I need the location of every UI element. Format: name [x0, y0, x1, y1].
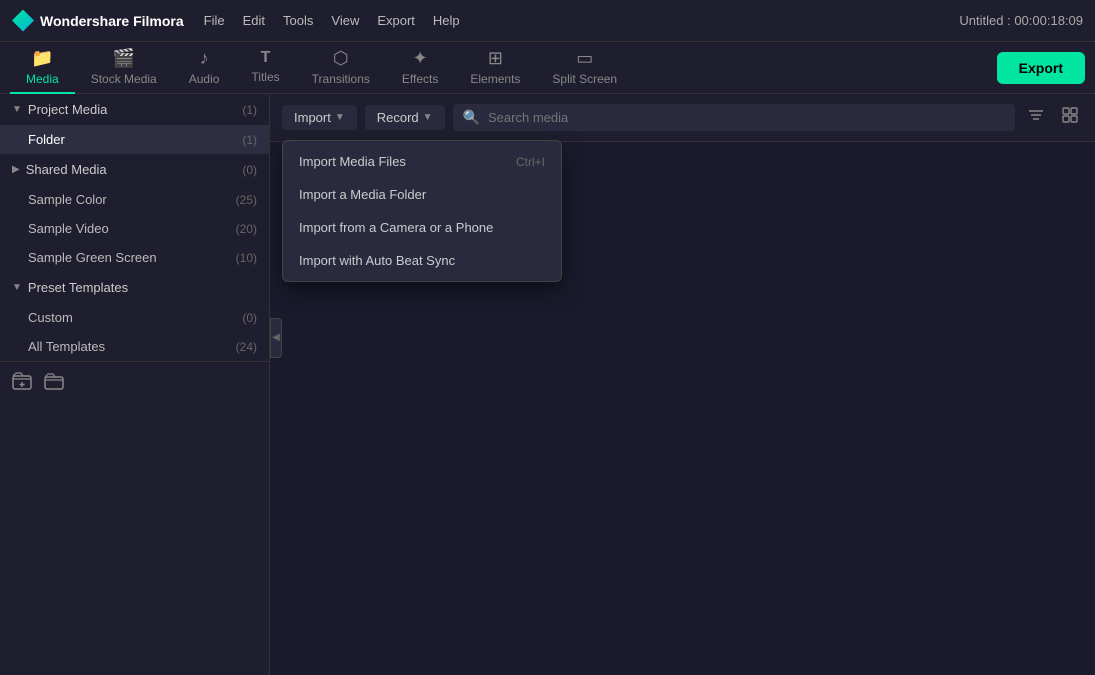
project-media-label: Project Media — [28, 102, 107, 117]
sidebar-item-sample-video[interactable]: Sample Video (20) — [0, 214, 269, 243]
folder-icon[interactable] — [44, 372, 64, 397]
folder-count: (1) — [242, 133, 257, 147]
tab-titles-label: Titles — [251, 70, 279, 84]
import-button[interactable]: Import ▼ — [282, 105, 357, 130]
record-arrow-icon: ▼ — [423, 112, 433, 123]
tab-audio-label: Audio — [189, 72, 220, 86]
sidebar-item-sample-green-screen[interactable]: Sample Green Screen (10) — [0, 243, 269, 272]
export-button[interactable]: Export — [997, 52, 1085, 84]
menu-export[interactable]: Export — [377, 13, 415, 28]
menu-tools[interactable]: Tools — [283, 13, 313, 28]
menu-edit[interactable]: Edit — [243, 13, 265, 28]
tab-stock-media-label: Stock Media — [91, 72, 157, 86]
tab-audio[interactable]: ♪ Audio — [173, 42, 236, 94]
sample-green-screen-count: (10) — [236, 251, 257, 265]
tab-elements[interactable]: ⊞ Elements — [454, 42, 536, 94]
transitions-icon: ⬡ — [333, 48, 349, 69]
grid-view-button[interactable] — [1057, 102, 1083, 133]
dropdown-item-import-files[interactable]: Import Media Files Ctrl+I — [283, 145, 561, 178]
import-files-shortcut: Ctrl+I — [516, 155, 545, 169]
menu-view[interactable]: View — [331, 13, 359, 28]
tab-split-screen-label: Split Screen — [552, 72, 617, 86]
custom-label: Custom — [28, 310, 73, 325]
record-label: Record — [377, 110, 419, 125]
content-area: Import ▼ Record ▼ 🔍 — [270, 94, 1095, 675]
sample-video-label: Sample Video — [28, 221, 109, 236]
sidebar-section-preset-templates[interactable]: ▼ Preset Templates — [0, 272, 269, 303]
filter-button[interactable] — [1023, 102, 1049, 133]
stock-media-icon: 🎬 — [112, 48, 134, 69]
import-label: Import — [294, 110, 331, 125]
menu-help[interactable]: Help — [433, 13, 460, 28]
all-templates-label: All Templates — [28, 339, 105, 354]
new-folder-icon[interactable] — [12, 372, 32, 397]
import-files-label: Import Media Files — [299, 154, 406, 169]
tab-stock-media[interactable]: 🎬 Stock Media — [75, 42, 173, 94]
dropdown-item-import-beat-sync[interactable]: Import with Auto Beat Sync — [283, 244, 561, 277]
effects-icon: ✦ — [413, 48, 428, 69]
app-logo: Wondershare Filmora — [12, 10, 184, 32]
project-title: Untitled : 00:00:18:09 — [959, 13, 1083, 28]
main-area: ▼ Project Media (1) Folder (1) ▶ Shared … — [0, 94, 1095, 675]
media-icon: 📁 — [31, 48, 53, 69]
import-folder-label: Import a Media Folder — [299, 187, 426, 202]
app-name: Wondershare Filmora — [40, 13, 184, 29]
sidebar-section-shared-media[interactable]: ▶ Shared Media (0) — [0, 154, 269, 185]
menu-bar: File Edit Tools View Export Help — [204, 13, 460, 28]
sidebar-item-all-templates[interactable]: All Templates (24) — [0, 332, 269, 361]
tab-split-screen[interactable]: ▭ Split Screen — [536, 42, 633, 94]
import-dropdown: Import Media Files Ctrl+I Import a Media… — [282, 140, 562, 282]
sample-color-label: Sample Color — [28, 192, 107, 207]
tab-media-label: Media — [26, 72, 59, 86]
sidebar-item-sample-color[interactable]: Sample Color (25) — [0, 185, 269, 214]
record-button[interactable]: Record ▼ — [365, 105, 445, 130]
search-input[interactable] — [488, 110, 1005, 125]
sidebar-bottom — [0, 361, 269, 407]
arrow-right-icon: ▶ — [12, 164, 20, 175]
tab-elements-label: Elements — [470, 72, 520, 86]
sample-color-count: (25) — [236, 193, 257, 207]
toolbar: Import ▼ Record ▼ 🔍 — [270, 94, 1095, 142]
collapse-handle[interactable]: ◀ — [270, 318, 282, 358]
sample-video-count: (20) — [236, 222, 257, 236]
shared-media-count: (0) — [242, 163, 257, 177]
tab-effects[interactable]: ✦ Effects — [386, 42, 454, 94]
folder-label: Folder — [28, 132, 65, 147]
dropdown-item-import-folder[interactable]: Import a Media Folder — [283, 178, 561, 211]
shared-media-label: Shared Media — [26, 162, 107, 177]
tab-media[interactable]: 📁 Media — [10, 42, 75, 94]
sidebar-item-folder[interactable]: Folder (1) — [0, 125, 269, 154]
sidebar-item-custom[interactable]: Custom (0) — [0, 303, 269, 332]
menu-file[interactable]: File — [204, 13, 225, 28]
search-icon: 🔍 — [463, 109, 480, 126]
elements-icon: ⊞ — [488, 48, 503, 69]
import-camera-label: Import from a Camera or a Phone — [299, 220, 493, 235]
audio-icon: ♪ — [200, 48, 209, 69]
all-templates-count: (24) — [236, 340, 257, 354]
split-screen-icon: ▭ — [576, 48, 593, 69]
sidebar-section-project-media[interactable]: ▼ Project Media (1) — [0, 94, 269, 125]
import-arrow-icon: ▼ — [335, 112, 345, 123]
preset-templates-label: Preset Templates — [28, 280, 128, 295]
sidebar: ▼ Project Media (1) Folder (1) ▶ Shared … — [0, 94, 270, 675]
tab-effects-label: Effects — [402, 72, 438, 86]
arrow-down-icon-2: ▼ — [12, 282, 22, 293]
custom-count: (0) — [242, 311, 257, 325]
project-media-count: (1) — [242, 103, 257, 117]
import-beat-sync-label: Import with Auto Beat Sync — [299, 253, 455, 268]
search-box: 🔍 — [453, 104, 1015, 131]
titles-icon: T — [261, 49, 271, 67]
topbar: Wondershare Filmora File Edit Tools View… — [0, 0, 1095, 42]
arrow-down-icon: ▼ — [12, 104, 22, 115]
tab-transitions-label: Transitions — [312, 72, 370, 86]
nav-tabs: 📁 Media 🎬 Stock Media ♪ Audio T Titles ⬡… — [0, 42, 1095, 94]
dropdown-item-import-camera[interactable]: Import from a Camera or a Phone — [283, 211, 561, 244]
sample-green-screen-label: Sample Green Screen — [28, 250, 157, 265]
tab-titles[interactable]: T Titles — [235, 43, 295, 92]
tab-transitions[interactable]: ⬡ Transitions — [296, 42, 386, 94]
app-logo-icon — [12, 10, 34, 32]
